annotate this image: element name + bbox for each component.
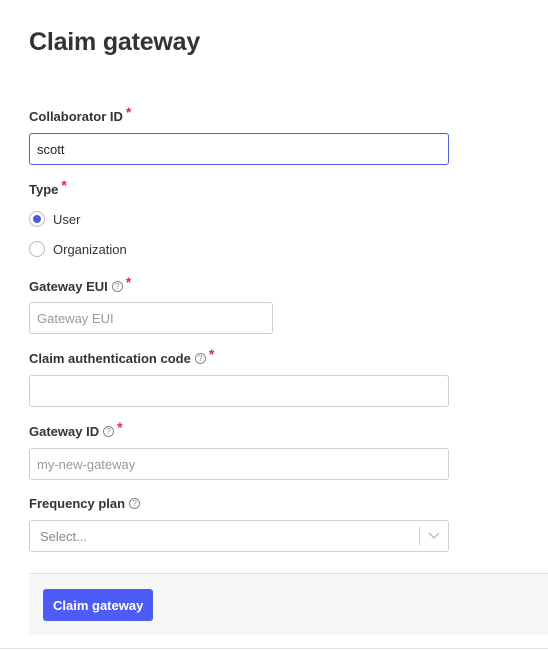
help-icon[interactable]: ? <box>111 280 123 292</box>
page-title: Claim gateway <box>29 28 201 56</box>
collaborator-id-input[interactable] <box>29 133 449 165</box>
radio-selected-icon[interactable] <box>29 211 45 227</box>
required-marker: * <box>117 419 123 435</box>
frequency-plan-label: Frequency plan ? <box>29 496 141 511</box>
type-radio-user[interactable]: User <box>29 211 80 227</box>
claim-auth-code-input[interactable] <box>29 375 449 407</box>
required-marker: * <box>125 274 132 290</box>
type-label-text: Type <box>29 181 59 197</box>
frequency-plan-select[interactable]: Select... <box>29 520 449 552</box>
gateway-eui-label-text: Gateway EUI <box>29 278 108 294</box>
claim-gateway-button[interactable]: Claim gateway <box>43 589 154 621</box>
claim-auth-code-label: Claim authentication code ? * <box>29 346 214 366</box>
form-footer: Claim gateway <box>29 573 548 635</box>
gateway-id-label: Gateway ID ? * <box>29 419 123 439</box>
radio-unselected-icon[interactable] <box>29 241 45 257</box>
chevron-down-icon[interactable] <box>420 532 448 540</box>
help-icon[interactable]: ? <box>103 425 115 437</box>
required-marker: * <box>61 177 67 193</box>
type-option-organization-label: Organization <box>53 241 127 257</box>
frequency-plan-label-text: Frequency plan <box>29 496 126 511</box>
type-label: Type * <box>29 177 67 197</box>
gateway-eui-label: Gateway EUI ? * <box>29 274 131 294</box>
help-icon[interactable]: ? <box>129 498 141 509</box>
required-marker: * <box>208 346 215 362</box>
type-option-user-label: User <box>53 211 81 227</box>
collaborator-id-label-text: Collaborator ID <box>29 108 123 124</box>
required-marker: * <box>125 104 132 120</box>
frequency-plan-placeholder: Select... <box>40 528 87 544</box>
help-icon[interactable]: ? <box>194 352 206 364</box>
gateway-id-input[interactable] <box>29 448 449 480</box>
claim-auth-code-label-text: Claim authentication code <box>29 350 191 366</box>
divider <box>0 648 548 649</box>
gateway-id-label-text: Gateway ID <box>29 423 100 439</box>
gateway-eui-input[interactable] <box>29 302 273 334</box>
type-radio-organization[interactable]: Organization <box>29 241 127 257</box>
collaborator-id-label: Collaborator ID * <box>29 104 131 124</box>
